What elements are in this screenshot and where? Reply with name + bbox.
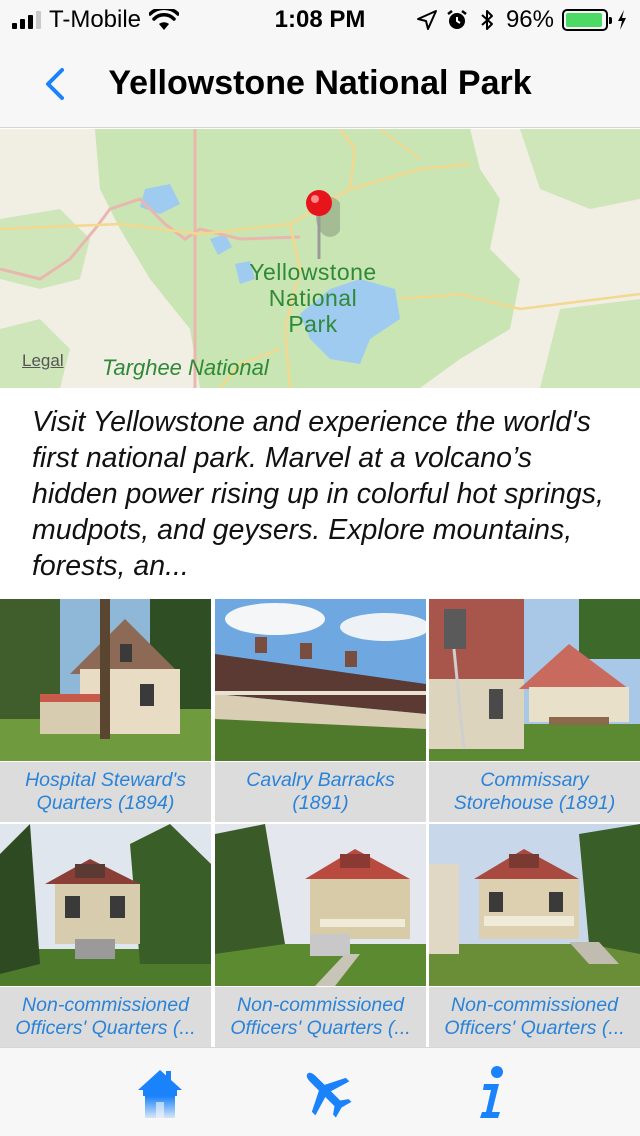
status-bar: T-Mobile 1:08 PM 96% xyxy=(0,0,640,40)
map-park-label: Yellowstone National Park xyxy=(249,259,377,337)
site-photo xyxy=(429,599,640,761)
info-icon[interactable] xyxy=(462,1062,522,1122)
site-photo xyxy=(0,599,211,761)
site-photo xyxy=(429,824,640,986)
navigation-bar: Yellowstone National Park xyxy=(0,40,640,128)
site-caption: Cavalry Barracks (1891) xyxy=(215,762,426,822)
park-description: Visit Yellowstone and experience the wor… xyxy=(32,406,604,582)
charging-bolt-icon xyxy=(618,10,626,30)
airplane-icon[interactable] xyxy=(296,1062,356,1122)
alarm-clock-icon xyxy=(447,10,467,29)
site-caption: Hospital Steward's Quarters (1894) xyxy=(0,762,211,822)
battery-percent: 96% xyxy=(505,6,554,33)
map-pin-icon[interactable] xyxy=(300,187,340,267)
site-card-nco-quarters-1[interactable]: Non-commissioned Officers' Quarters (... xyxy=(0,824,211,1048)
status-right: 96% xyxy=(416,6,628,34)
site-caption: Non-commissioned Officers' Quarters (... xyxy=(429,987,640,1047)
page-title: Yellowstone National Park xyxy=(108,64,532,102)
battery-icon xyxy=(562,9,612,31)
site-caption: Non-commissioned Officers' Quarters (... xyxy=(215,987,426,1047)
map-legal-link[interactable]: Legal xyxy=(22,351,64,371)
site-photo xyxy=(215,599,426,761)
site-card-cavalry-barracks[interactable]: Cavalry Barracks (1891) xyxy=(215,599,426,823)
location-arrow-icon xyxy=(416,10,437,30)
home-icon[interactable] xyxy=(130,1062,190,1122)
site-caption: Non-commissioned Officers' Quarters (... xyxy=(0,987,211,1047)
site-card-hospital-stewards-quarters[interactable]: Hospital Steward's Quarters (1894) xyxy=(0,599,211,823)
site-card-nco-quarters-2[interactable]: Non-commissioned Officers' Quarters (... xyxy=(215,824,426,1048)
tab-bar xyxy=(0,1047,640,1136)
site-caption: Commissary Storehouse (1891) xyxy=(429,762,640,822)
site-card-commissary-storehouse[interactable]: Commissary Storehouse (1891) xyxy=(429,599,640,823)
site-photo xyxy=(0,824,211,986)
bluetooth-icon xyxy=(481,10,493,30)
site-photo xyxy=(215,824,426,986)
park-map[interactable]: Yellowstone National Park Legal xyxy=(0,129,640,388)
site-card-nco-quarters-3[interactable]: Non-commissioned Officers' Quarters (... xyxy=(429,824,640,1048)
